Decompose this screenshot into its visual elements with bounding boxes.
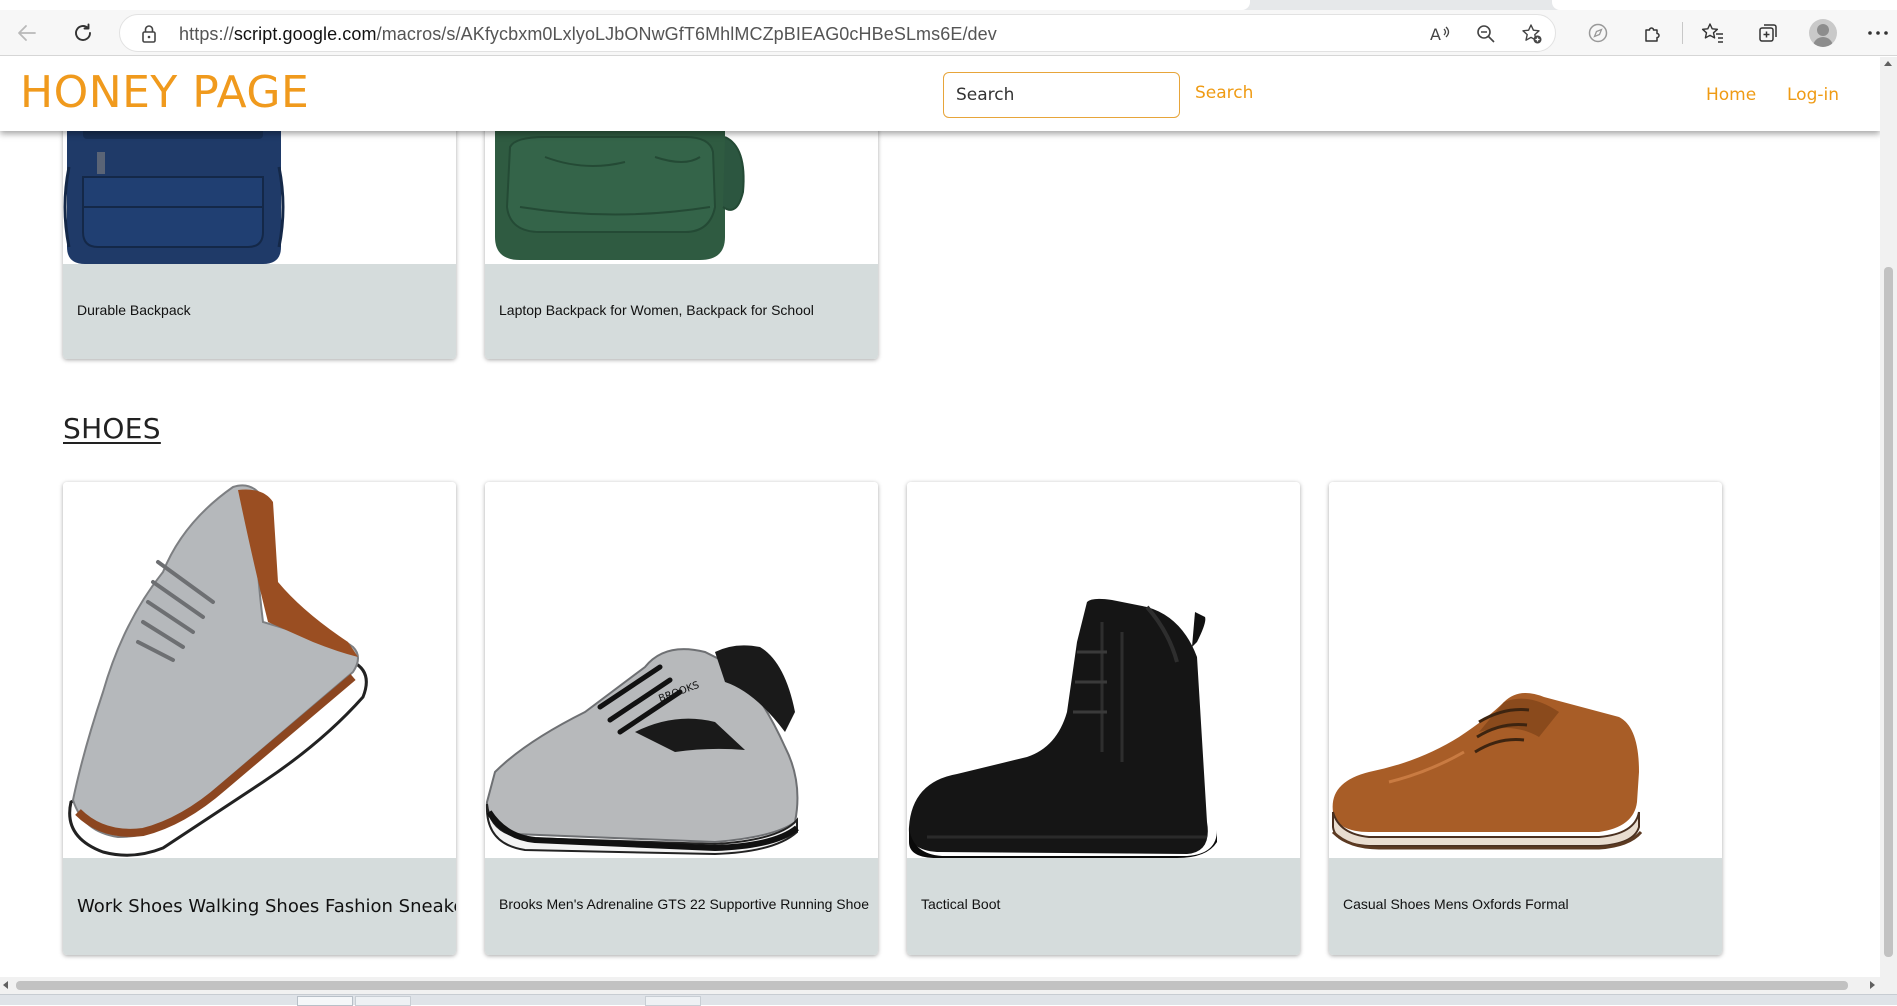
search-input[interactable]	[943, 72, 1180, 118]
refresh-icon[interactable]	[68, 10, 98, 56]
product-title[interactable]: Laptop Backpack for Women, Backpack for …	[499, 302, 814, 318]
product-title[interactable]: Work Shoes Walking Shoes Fashion Sneaker…	[77, 896, 456, 917]
product-caption: Work Shoes Walking Shoes Fashion Sneaker…	[63, 858, 456, 955]
tab-strip	[0, 0, 1897, 10]
scrollbar-thumb[interactable]	[16, 981, 1848, 990]
read-aloud-icon[interactable]: A	[1427, 21, 1453, 47]
url-scheme: https://	[179, 24, 234, 44]
product-title[interactable]: Durable Backpack	[77, 302, 191, 318]
add-favorite-icon[interactable]	[1519, 21, 1545, 47]
site-brand[interactable]: HONEY PAGE	[20, 67, 309, 118]
url-path: /macros/s/AKfycbxm0LxlyoLJbONwGfT6MhlMCZ…	[376, 24, 997, 44]
search-button[interactable]: Search	[1195, 83, 1253, 103]
product-card[interactable]: Casual Shoes Mens Oxfords Formal	[1329, 482, 1722, 955]
product-image	[1329, 482, 1722, 858]
product-caption: Laptop Backpack for Women, Backpack for …	[485, 264, 878, 359]
product-title[interactable]: Brooks Men's Adrenaline GTS 22 Supportiv…	[499, 896, 869, 912]
profile-avatar[interactable]	[1795, 10, 1850, 56]
product-caption: Tactical Boot	[907, 858, 1300, 955]
product-image: BROOKS	[485, 482, 878, 858]
site-header: HONEY PAGE Search Home Log-in	[0, 57, 1880, 131]
url-host: script.google.com	[233, 24, 377, 44]
grey-knit-sneaker-image	[68, 484, 368, 857]
scrollbar-thumb[interactable]	[1884, 267, 1893, 957]
collections-icon[interactable]	[1740, 10, 1795, 56]
product-title[interactable]: Tactical Boot	[921, 896, 1000, 912]
browser-tab[interactable]	[1552, 0, 1897, 10]
page-viewport: HONEY PAGE Search Home Log-in Durable Ba…	[0, 57, 1880, 977]
address-bar[interactable]: https://script.google.com/macros/s/AKfyc…	[119, 14, 1556, 52]
product-card[interactable]: Work Shoes Walking Shoes Fashion Sneaker…	[63, 482, 456, 955]
product-card[interactable]: Tactical Boot	[907, 482, 1300, 955]
product-caption: Durable Backpack	[63, 264, 456, 359]
product-image	[907, 482, 1300, 858]
product-title[interactable]: Casual Shoes Mens Oxfords Formal	[1343, 896, 1569, 912]
nav-home-link[interactable]: Home	[1706, 85, 1756, 105]
zoom-out-icon[interactable]	[1473, 21, 1499, 47]
active-tab[interactable]	[0, 0, 1250, 10]
url-text[interactable]: https://script.google.com/macros/s/AKfyc…	[179, 24, 997, 45]
compass-icon[interactable]	[1570, 10, 1625, 56]
extensions-icon[interactable]	[1625, 10, 1680, 56]
browser-toolbar: https://script.google.com/macros/s/AKfyc…	[0, 10, 1897, 56]
scroll-right-arrow-icon[interactable]	[1870, 981, 1875, 989]
scroll-left-arrow-icon[interactable]	[3, 981, 8, 989]
avatar	[1808, 19, 1837, 47]
svg-text:A: A	[1430, 25, 1441, 44]
toolbar-divider	[1682, 22, 1683, 44]
section-title-shoes: SHOES	[63, 412, 161, 445]
lock-icon[interactable]	[140, 24, 158, 44]
brown-oxford-shoe-image	[1331, 693, 1643, 850]
product-caption: Casual Shoes Mens Oxfords Formal	[1329, 858, 1722, 955]
product-caption: Brooks Men's Adrenaline GTS 22 Supportiv…	[485, 858, 878, 955]
more-menu-icon[interactable]	[1850, 10, 1897, 56]
vertical-scrollbar[interactable]	[1880, 57, 1897, 977]
scroll-up-arrow-icon[interactable]	[1884, 61, 1892, 66]
taskbar	[0, 994, 1897, 1006]
grey-running-shoe-image: BROOKS	[485, 645, 799, 856]
black-tactical-boot-image	[908, 598, 1217, 858]
product-card[interactable]: BROOKS Brooks Men's Adrenaline GTS 22 Su…	[485, 482, 878, 955]
nav-login-link[interactable]: Log-in	[1787, 85, 1839, 105]
horizontal-scrollbar[interactable]	[0, 977, 1897, 994]
favorites-icon[interactable]	[1685, 10, 1740, 56]
product-image	[63, 482, 456, 858]
back-arrow-icon[interactable]	[12, 10, 42, 56]
